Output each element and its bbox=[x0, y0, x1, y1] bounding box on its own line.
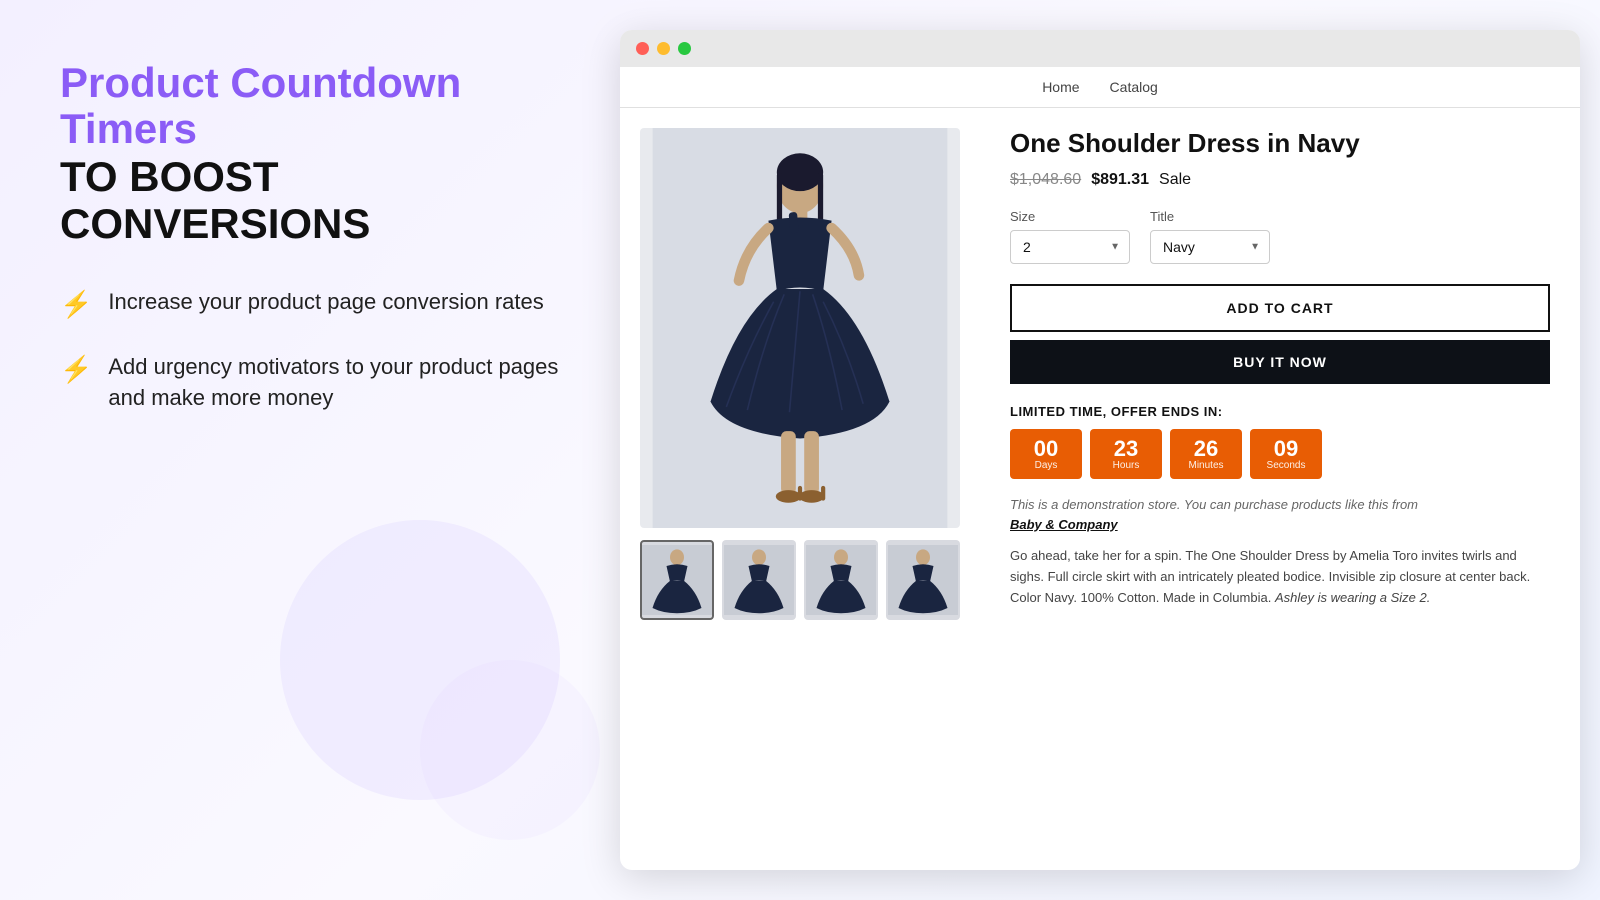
main-title: Product Countdown Timers TO BOOST CONVER… bbox=[60, 60, 560, 247]
demo-store-text: This is a demonstration store. You can p… bbox=[1010, 495, 1550, 534]
dress-illustration bbox=[640, 128, 960, 528]
nav-catalog[interactable]: Catalog bbox=[1110, 79, 1158, 95]
countdown-seconds-number: 09 bbox=[1274, 438, 1298, 460]
add-to-cart-button[interactable]: ADD TO CART bbox=[1010, 284, 1550, 332]
main-product-image bbox=[640, 128, 960, 528]
countdown-seconds: 09 Seconds bbox=[1250, 429, 1322, 479]
countdown-section: LIMITED TIME, OFFER ENDS IN: 00 Days 23 … bbox=[1010, 404, 1550, 479]
countdown-days: 00 Days bbox=[1010, 429, 1082, 479]
feature-item-1: ⚡ Increase your product page conversion … bbox=[60, 287, 560, 320]
right-panel: Home Catalog bbox=[620, 0, 1600, 900]
size-select[interactable]: 2 4 6 8 bbox=[1010, 230, 1130, 264]
title-label: Title bbox=[1150, 209, 1270, 224]
product-title: One Shoulder Dress in Navy bbox=[1010, 128, 1550, 159]
size-option-group: Size 2 4 6 8 bbox=[1010, 209, 1130, 264]
thumbnail-row bbox=[640, 540, 960, 620]
countdown-hours: 23 Hours bbox=[1090, 429, 1162, 479]
countdown-days-label: Days bbox=[1035, 460, 1058, 471]
browser-nav: Home Catalog bbox=[620, 67, 1580, 108]
browser-window: Home Catalog bbox=[620, 30, 1580, 870]
thumbnail-1[interactable] bbox=[640, 540, 714, 620]
dot-yellow bbox=[657, 42, 670, 55]
thumbnail-2[interactable] bbox=[722, 540, 796, 620]
price-original: $1,048.60 bbox=[1010, 171, 1081, 189]
product-image-section bbox=[620, 108, 980, 870]
browser-content: One Shoulder Dress in Navy $1,048.60 $89… bbox=[620, 108, 1580, 870]
title-option-group: Title Navy Black Blue bbox=[1150, 209, 1270, 264]
browser-header bbox=[620, 30, 1580, 67]
feature-text-2: Add urgency motivators to your product p… bbox=[108, 352, 560, 414]
price-row: $1,048.60 $891.31 Sale bbox=[1010, 171, 1550, 189]
countdown-title: LIMITED TIME, OFFER ENDS IN: bbox=[1010, 404, 1550, 419]
lightning-icon-2: ⚡ bbox=[60, 354, 92, 385]
countdown-minutes-number: 26 bbox=[1194, 438, 1218, 460]
dot-red bbox=[636, 42, 649, 55]
size-label: Size bbox=[1010, 209, 1130, 224]
countdown-seconds-label: Seconds bbox=[1267, 460, 1306, 471]
buy-now-button[interactable]: BUY IT NOW bbox=[1010, 340, 1550, 384]
feature-text-1: Increase your product page conversion ra… bbox=[108, 287, 543, 318]
price-sale-label: Sale bbox=[1159, 171, 1191, 189]
countdown-minutes: 26 Minutes bbox=[1170, 429, 1242, 479]
title-select[interactable]: Navy Black Blue bbox=[1150, 230, 1270, 264]
description-text: Go ahead, take her for a spin. The One S… bbox=[1010, 546, 1550, 608]
lightning-icon-1: ⚡ bbox=[60, 289, 92, 320]
title-line1: Product Countdown Timers bbox=[60, 60, 560, 152]
countdown-days-number: 00 bbox=[1034, 438, 1058, 460]
price-sale: $891.31 bbox=[1091, 171, 1149, 189]
feature-item-2: ⚡ Add urgency motivators to your product… bbox=[60, 352, 560, 414]
countdown-boxes: 00 Days 23 Hours 26 Minutes 09 bbox=[1010, 429, 1550, 479]
title-line2: TO BOOST CONVERSIONS bbox=[60, 154, 560, 246]
feature-list: ⚡ Increase your product page conversion … bbox=[60, 287, 560, 414]
thumbnail-4[interactable] bbox=[886, 540, 960, 620]
title-select-wrapper: Navy Black Blue bbox=[1150, 230, 1270, 264]
dot-green bbox=[678, 42, 691, 55]
demo-store-link[interactable]: Baby & Company bbox=[1010, 517, 1118, 532]
countdown-minutes-label: Minutes bbox=[1188, 460, 1223, 471]
left-panel: Product Countdown Timers TO BOOST CONVER… bbox=[0, 0, 620, 900]
nav-home[interactable]: Home bbox=[1042, 79, 1079, 95]
countdown-hours-label: Hours bbox=[1113, 460, 1140, 471]
options-row: Size 2 4 6 8 Title bbox=[1010, 209, 1550, 264]
product-details: One Shoulder Dress in Navy $1,048.60 $89… bbox=[980, 108, 1580, 870]
countdown-hours-number: 23 bbox=[1114, 438, 1138, 460]
thumbnail-3[interactable] bbox=[804, 540, 878, 620]
size-select-wrapper: 2 4 6 8 bbox=[1010, 230, 1130, 264]
